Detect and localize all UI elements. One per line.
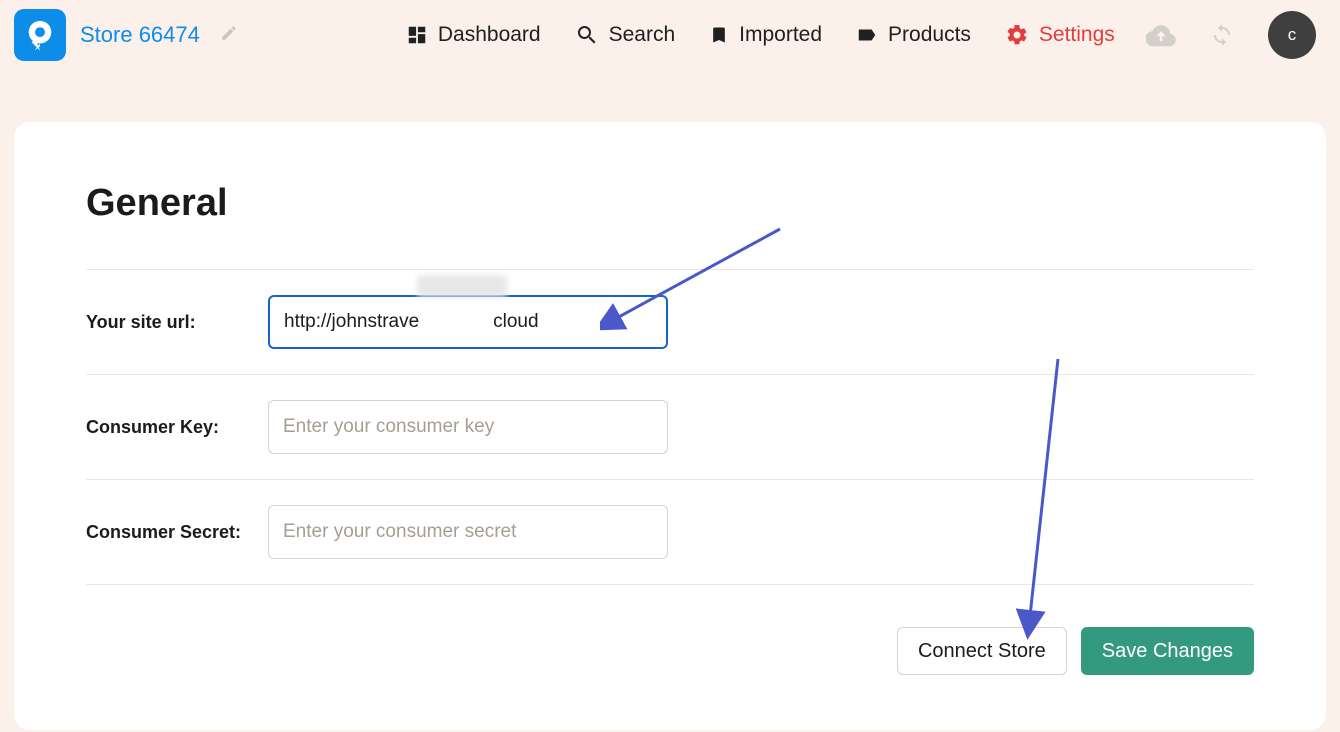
nav-search[interactable]: Search bbox=[575, 23, 676, 47]
edit-icon[interactable] bbox=[220, 24, 238, 47]
save-changes-button[interactable]: Save Changes bbox=[1081, 627, 1254, 675]
cloud-upload-icon[interactable] bbox=[1146, 20, 1176, 50]
consumer-key-input[interactable] bbox=[268, 400, 668, 454]
page-title: General bbox=[86, 182, 1254, 225]
settings-card: General Your site url: Consumer Key: Con… bbox=[14, 122, 1326, 730]
nav-dashboard[interactable]: Dashboard bbox=[406, 23, 541, 47]
gear-icon bbox=[1005, 23, 1029, 47]
nav-imported[interactable]: Imported bbox=[709, 23, 822, 47]
app-logo[interactable] bbox=[14, 9, 66, 61]
consumer-secret-row: Consumer Secret: bbox=[86, 480, 1254, 585]
search-icon bbox=[575, 23, 599, 47]
avatar[interactable]: c bbox=[1268, 11, 1316, 59]
site-url-label: Your site url: bbox=[86, 312, 268, 333]
nav-label: Search bbox=[609, 23, 676, 47]
main-nav: Dashboard Search Imported Products Setti… bbox=[406, 23, 1115, 47]
nav-settings[interactable]: Settings bbox=[1005, 23, 1115, 47]
nav-label: Settings bbox=[1039, 23, 1115, 47]
connect-store-button[interactable]: Connect Store bbox=[897, 627, 1067, 675]
header: Store 66474 Dashboard Search Imported bbox=[0, 0, 1340, 70]
tag-icon bbox=[856, 24, 878, 46]
site-url-input[interactable] bbox=[268, 295, 668, 349]
nav-products[interactable]: Products bbox=[856, 23, 971, 47]
logo-store-name: Store 66474 bbox=[14, 9, 238, 61]
bookmark-icon bbox=[709, 25, 729, 45]
consumer-secret-input[interactable] bbox=[268, 505, 668, 559]
site-url-row: Your site url: bbox=[86, 270, 1254, 375]
nav-label: Products bbox=[888, 23, 971, 47]
consumer-key-row: Consumer Key: bbox=[86, 375, 1254, 480]
redaction-overlay bbox=[417, 275, 507, 297]
nav-label: Imported bbox=[739, 23, 822, 47]
sync-icon[interactable] bbox=[1210, 23, 1234, 47]
nav-label: Dashboard bbox=[438, 23, 541, 47]
connect-store-label: Connect Store bbox=[918, 640, 1046, 663]
store-name[interactable]: Store 66474 bbox=[80, 22, 200, 48]
consumer-key-label: Consumer Key: bbox=[86, 417, 268, 438]
consumer-secret-label: Consumer Secret: bbox=[86, 522, 268, 543]
save-changes-label: Save Changes bbox=[1102, 640, 1233, 663]
actions-row: Connect Store Save Changes bbox=[86, 627, 1254, 675]
avatar-letter: c bbox=[1288, 25, 1297, 45]
dashboard-icon bbox=[406, 24, 428, 46]
header-right: c bbox=[1146, 11, 1326, 59]
